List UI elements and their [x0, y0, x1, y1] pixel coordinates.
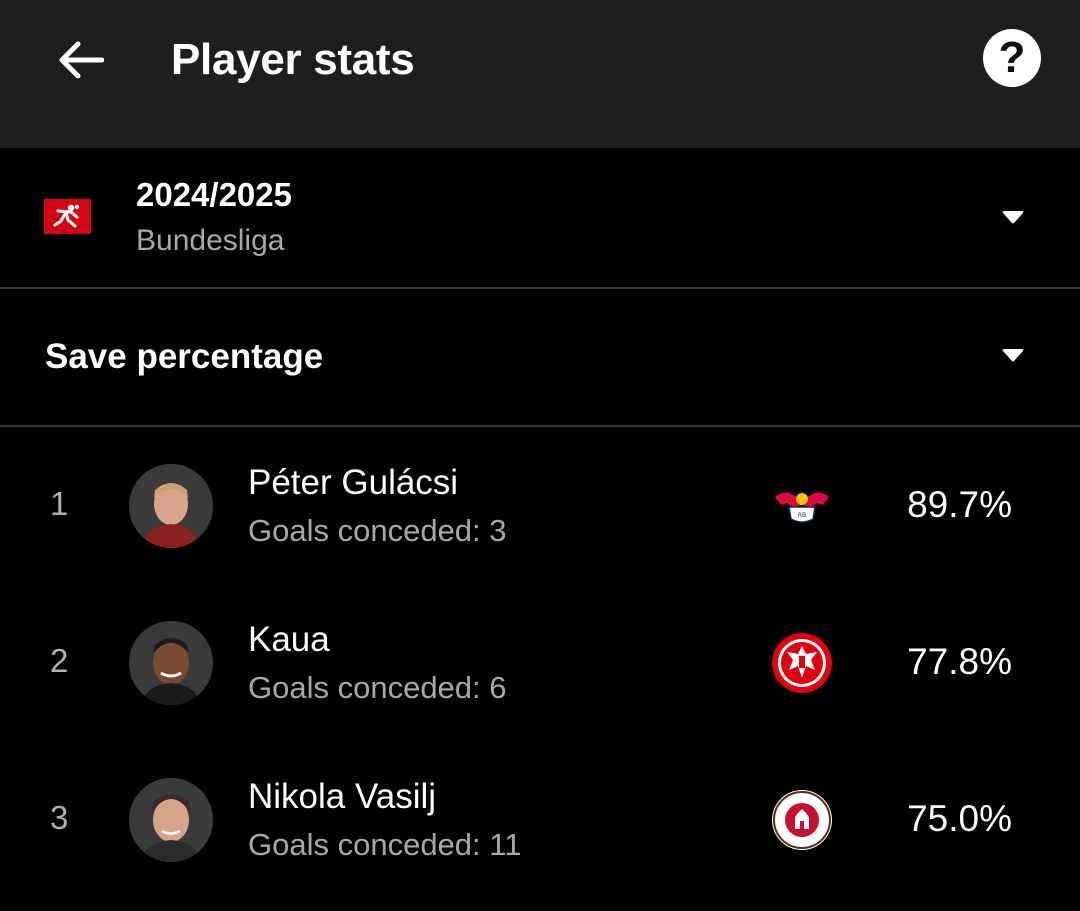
player-name: Nikola Vasilj: [248, 777, 437, 816]
app-bar: Player stats ?: [0, 0, 1080, 148]
player-name: Kaua: [248, 620, 330, 659]
save-percentage-value: 75.0%: [907, 798, 1012, 839]
arrow-left-icon: [59, 41, 104, 79]
season-label: 2024/2025: [136, 176, 292, 213]
player-list: 1 Péter Gulácsi Goals conceded: 3 RB 89.…: [0, 427, 1080, 898]
goals-conceded: Goals conceded: 11: [248, 827, 522, 862]
stat-type-label: Save percentage: [45, 337, 324, 376]
league-season-selector[interactable]: 2024/2025 Bundesliga: [0, 148, 1080, 288]
fc-st-pauli-crest-icon: [772, 790, 832, 850]
league-label: Bundesliga: [136, 224, 285, 257]
player-avatar: [129, 464, 213, 548]
player-row[interactable]: 1 Péter Gulácsi Goals conceded: 3 RB 89.…: [0, 427, 1080, 584]
player-name: Péter Gulácsi: [248, 463, 459, 502]
bundesliga-logo-icon: [44, 199, 91, 234]
rank-number: 1: [50, 485, 69, 522]
rank-number: 2: [50, 642, 69, 679]
rb-leipzig-crest-icon: RB: [775, 492, 829, 523]
page-title: Player stats: [171, 35, 415, 84]
player-row[interactable]: 3 Nikola Vasilj Goals conceded: 11 75.0%: [0, 741, 1080, 898]
svg-text:RB: RB: [798, 512, 806, 519]
save-percentage-value: 77.8%: [907, 641, 1012, 682]
player-avatar: [129, 778, 213, 862]
stat-type-selector[interactable]: Save percentage: [0, 289, 1080, 425]
goals-conceded: Goals conceded: 6: [248, 670, 507, 705]
back-button[interactable]: [50, 30, 110, 90]
player-row[interactable]: 2 Kaua Goals conceded: 6 77.8%: [0, 584, 1080, 741]
eintracht-frankfurt-crest-icon: [772, 633, 832, 693]
help-icon: ?: [998, 33, 1026, 82]
help-button[interactable]: ?: [983, 29, 1041, 87]
save-percentage-value: 89.7%: [907, 484, 1012, 525]
player-avatar: [129, 621, 213, 705]
rank-number: 3: [50, 799, 69, 836]
chevron-down-icon: [1002, 349, 1024, 362]
goals-conceded: Goals conceded: 3: [248, 513, 507, 548]
chevron-down-icon: [1002, 211, 1024, 224]
